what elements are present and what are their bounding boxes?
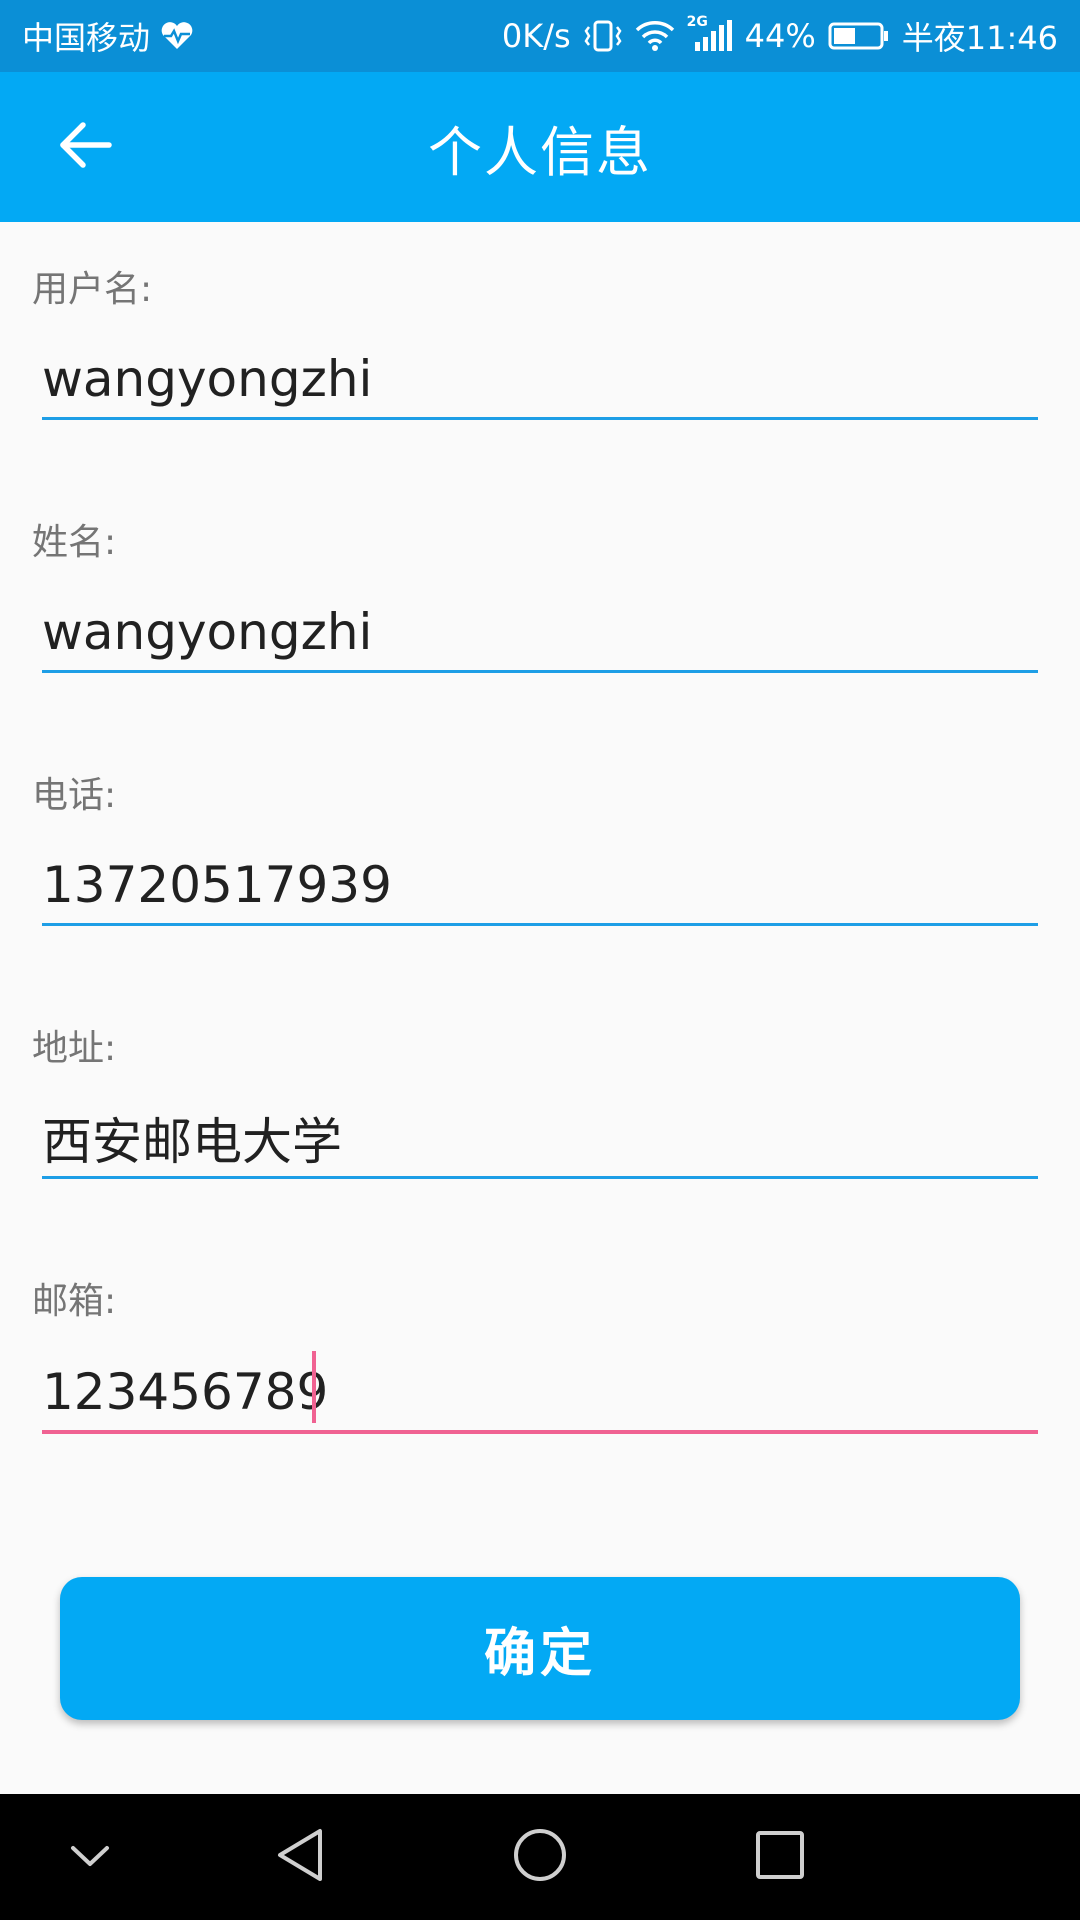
nav-home-button[interactable]: [500, 1817, 580, 1897]
vibrate-icon: [583, 19, 623, 53]
confirm-button[interactable]: 确定: [60, 1577, 1020, 1720]
net-speed: 0K/s: [501, 17, 571, 55]
name-input[interactable]: [42, 593, 1038, 673]
text-caret: [312, 1351, 316, 1423]
app-bar: 个人信息: [0, 72, 1080, 222]
status-left: 中国移动: [22, 13, 194, 59]
carrier-name: 中国移动: [22, 19, 151, 57]
chevron-down-icon: [65, 1840, 115, 1874]
phone-label: 电话:: [32, 775, 117, 816]
back-triangle-icon: [272, 1825, 328, 1889]
address-label: 地址:: [32, 1028, 117, 1069]
nav-recents-button[interactable]: [740, 1817, 820, 1897]
email-label: 邮箱:: [32, 1281, 117, 1322]
signal-icon: 2G: [687, 14, 733, 52]
page-title: 个人信息: [428, 120, 652, 184]
email-input[interactable]: [42, 1354, 1038, 1434]
name-label: 姓名:: [32, 522, 117, 563]
battery-percent: 44%: [744, 17, 816, 55]
back-button[interactable]: [40, 107, 130, 187]
nav-back-button[interactable]: [260, 1817, 340, 1897]
network-type: 2G: [686, 14, 708, 30]
nav-hide-button[interactable]: [50, 1817, 130, 1897]
phone-input[interactable]: [42, 846, 1038, 926]
status-right: 0K/s 2G 44% 半夜11:46: [502, 13, 1058, 59]
home-circle-icon: [510, 1825, 570, 1889]
wifi-icon: [635, 20, 675, 52]
arrow-left-icon: [57, 120, 113, 174]
nav-bar: [0, 1794, 1080, 1920]
username-label: 用户名:: [32, 269, 153, 310]
clock: 半夜11:46: [901, 19, 1058, 57]
address-input[interactable]: [42, 1099, 1038, 1179]
status-bar: 中国移动 0K/s 2G 44% 半夜11:46: [0, 0, 1080, 72]
recents-square-icon: [752, 1827, 808, 1887]
battery-icon: [828, 21, 890, 51]
username-input[interactable]: [42, 340, 1038, 420]
heart-pulse-icon: [160, 21, 194, 51]
